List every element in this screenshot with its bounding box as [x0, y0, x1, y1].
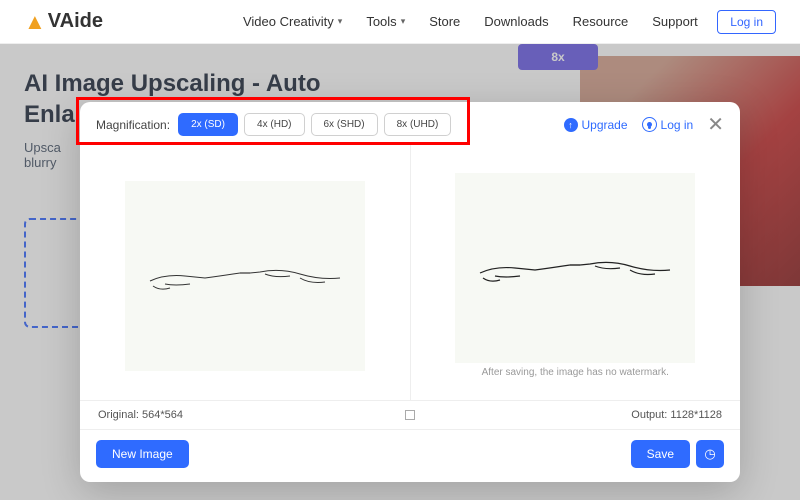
original-dimensions: Original: 564*564 — [98, 409, 183, 421]
upgrade-icon: ↑ — [564, 118, 578, 132]
output-pane: After saving, the image has no watermark… — [411, 145, 741, 400]
compare-area: After saving, the image has no watermark… — [80, 145, 740, 401]
nav-downloads[interactable]: Downloads — [484, 14, 548, 29]
logo-icon: ▲ — [24, 9, 46, 35]
upscale-modal: Magnification: 2x (SD) 4x (HD) 6x (SHD) … — [80, 102, 740, 482]
main-nav: Video Creativity▾ Tools▾ Store Downloads… — [243, 14, 698, 29]
mag-option-8x[interactable]: 8x (UHD) — [384, 113, 452, 136]
header-login-button[interactable]: Log in — [717, 10, 776, 34]
watermark-note: After saving, the image has no watermark… — [482, 367, 669, 378]
logo[interactable]: ▲VAide — [24, 9, 103, 35]
top-nav: ▲VAide Video Creativity▾ Tools▾ Store Do… — [0, 0, 800, 44]
save-history-icon[interactable]: ◷ — [696, 440, 724, 468]
magnification-options: 2x (SD) 4x (HD) 6x (SHD) 8x (UHD) — [178, 113, 451, 136]
upgrade-link[interactable]: ↑ Upgrade — [564, 118, 628, 132]
hands-illustration — [145, 236, 345, 316]
info-bar: Original: 564*564 Output: 1128*1128 — [80, 401, 740, 430]
chevron-down-icon: ▾ — [401, 16, 406, 27]
mag-option-6x[interactable]: 6x (SHD) — [311, 113, 378, 136]
magnification-label: Magnification: — [96, 118, 170, 132]
compare-toggle-icon[interactable] — [405, 410, 415, 420]
close-icon[interactable]: ✕ — [707, 112, 724, 137]
output-dimensions: Output: 1128*1128 — [631, 409, 722, 421]
original-image — [125, 181, 365, 371]
mag-option-4x[interactable]: 4x (HD) — [244, 113, 304, 136]
new-image-button[interactable]: New Image — [96, 440, 189, 468]
mag-option-2x[interactable]: 2x (SD) — [178, 113, 238, 136]
modal-login-link[interactable]: Log in — [642, 117, 694, 132]
nav-tools[interactable]: Tools▾ — [366, 14, 405, 29]
modal-header: Magnification: 2x (SD) 4x (HD) 6x (SHD) … — [80, 102, 740, 145]
chevron-down-icon: ▾ — [338, 16, 343, 27]
original-pane — [80, 145, 411, 400]
nav-store[interactable]: Store — [429, 14, 460, 29]
nav-support[interactable]: Support — [652, 14, 698, 29]
nav-resource[interactable]: Resource — [573, 14, 629, 29]
hands-illustration — [475, 228, 675, 308]
output-image — [455, 173, 695, 363]
nav-video-creativity[interactable]: Video Creativity▾ — [243, 14, 342, 29]
modal-footer: New Image Save ◷ — [80, 430, 740, 482]
logo-text: VAide — [48, 10, 103, 33]
modal-header-right: ↑ Upgrade Log in ✕ — [564, 112, 725, 137]
save-button[interactable]: Save — [631, 440, 690, 468]
user-icon — [642, 117, 657, 132]
